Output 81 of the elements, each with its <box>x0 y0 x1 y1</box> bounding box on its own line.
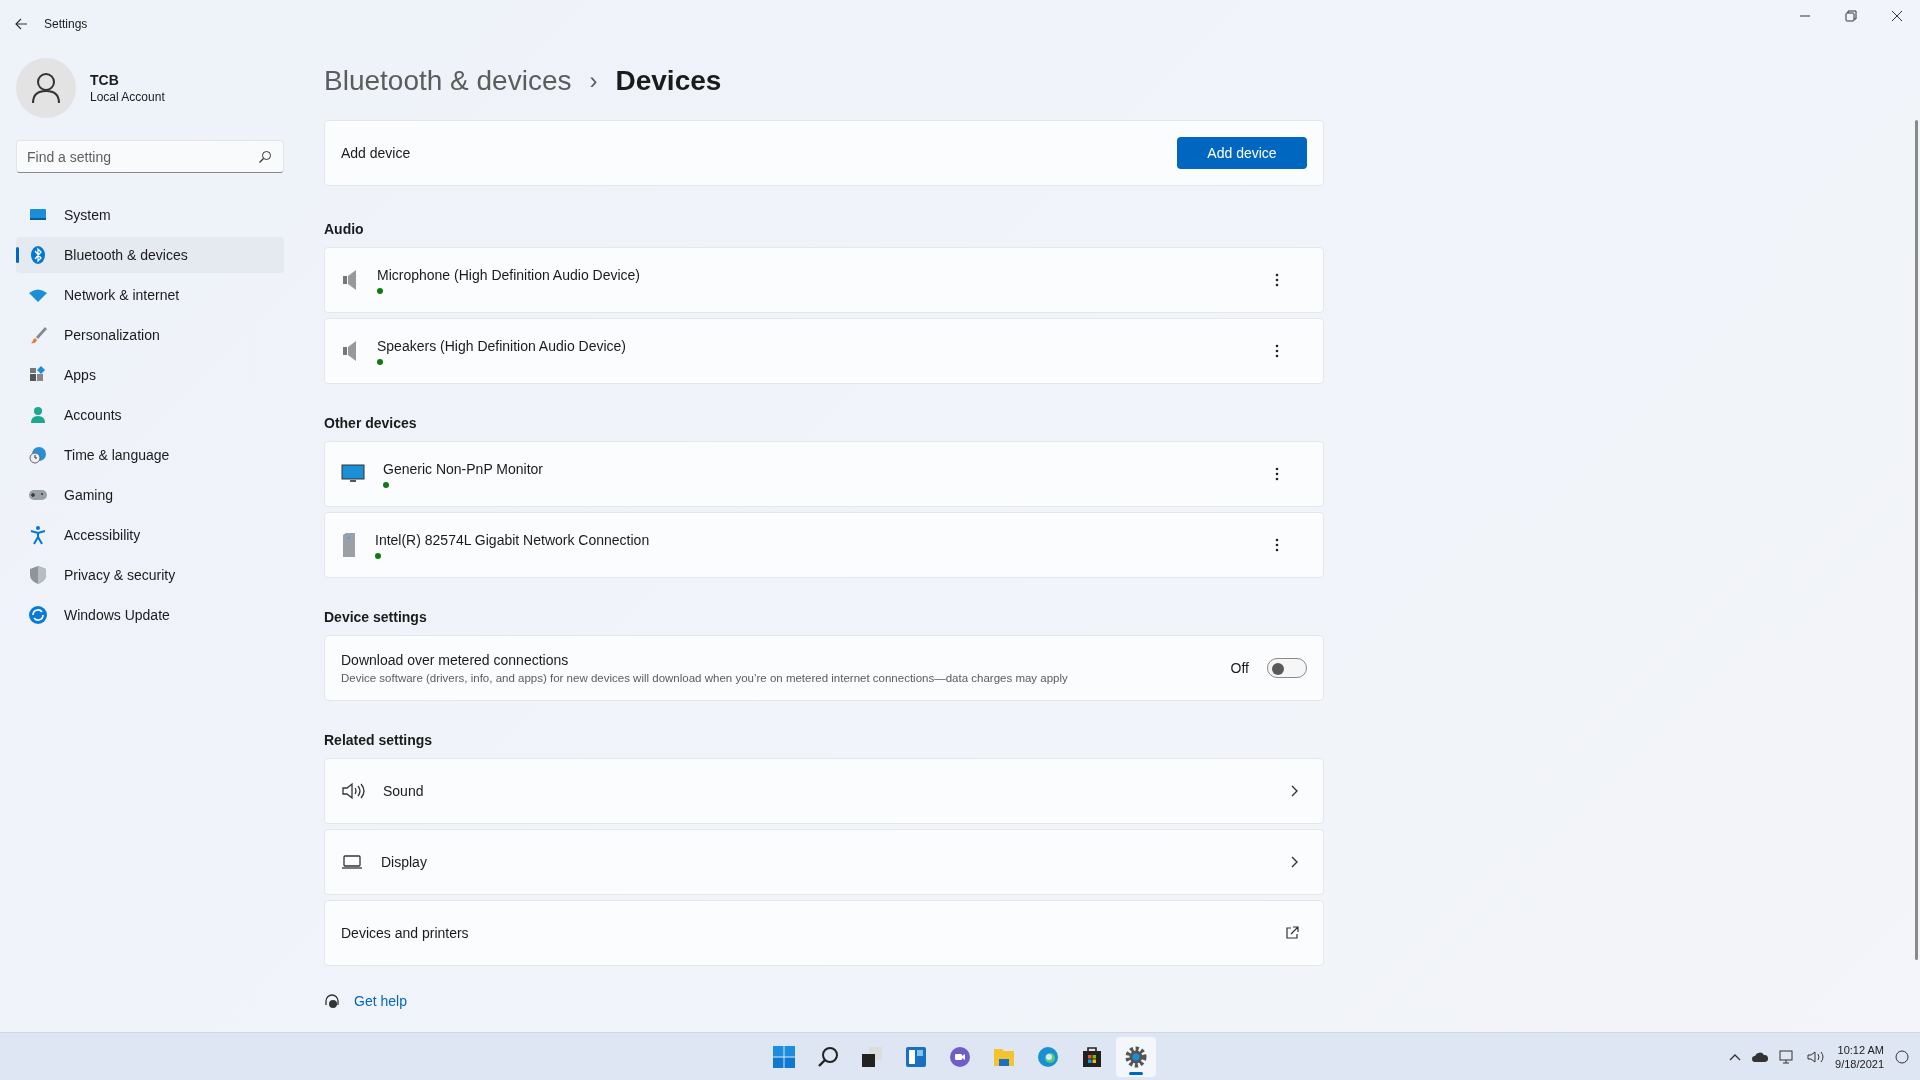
section-heading: Audio <box>324 221 365 237</box>
search-icon <box>816 1044 840 1069</box>
breadcrumb-separator: › <box>589 67 598 95</box>
page-title: Devices <box>615 65 722 97</box>
clock-time: 10:12 AM <box>1837 1042 1884 1057</box>
nav-item[interactable]: Accessibility <box>16 517 284 553</box>
more-icon <box>1275 344 1279 358</box>
section-heading: Related settings <box>324 732 434 748</box>
nav-item[interactable]: Privacy & security <box>16 557 284 593</box>
monitor-icon <box>341 463 365 485</box>
setting-description: Device software (drivers, info, and apps) for new devices will download when you’re on metered internet connections—data charges may apply <box>341 672 1068 684</box>
device-row[interactable]: Speakers (High Definition Audio Device) <box>324 318 1324 384</box>
more-icon <box>1275 467 1279 481</box>
device-row[interactable]: Microphone (High Definition Audio Device) <box>324 247 1324 313</box>
chat-icon <box>948 1044 972 1069</box>
nav-item[interactable]: System <box>16 197 284 233</box>
help-icon <box>324 993 340 1009</box>
computer-tower-icon <box>341 532 357 558</box>
speaker-icon <box>1807 1049 1826 1064</box>
gear-icon <box>1124 1044 1148 1069</box>
nav-item[interactable]: Bluetooth & devices <box>16 237 284 273</box>
taskbar-app[interactable] <box>1116 1036 1156 1077</box>
scrollbar[interactable] <box>1915 120 1918 960</box>
shield-icon <box>28 565 48 585</box>
restore-icon <box>1845 10 1857 22</box>
search-field[interactable]: Find a setting <box>16 140 284 173</box>
account-type: Local Account <box>90 90 165 104</box>
clock-date: 9/18/2021 <box>1835 1056 1884 1071</box>
close-icon <box>1891 10 1903 22</box>
accessibility-icon <box>28 525 48 545</box>
person-icon <box>31 72 61 104</box>
device-row[interactable]: Intel(R) 82574L Gigabit Network Connection <box>324 512 1324 578</box>
browser-icon <box>1036 1044 1060 1069</box>
speaker-icon <box>341 339 359 363</box>
nav-item[interactable]: Apps <box>16 357 284 393</box>
update-icon <box>28 605 48 625</box>
nav-item[interactable]: Windows Update <box>16 597 284 633</box>
store-icon <box>1080 1044 1104 1069</box>
add-device-button[interactable]: Add device <box>1177 137 1307 169</box>
device-row[interactable]: Generic Non-PnP Monitor <box>324 441 1324 507</box>
bluetooth-icon <box>28 245 48 265</box>
device-name: Generic Non-PnP Monitor <box>383 460 544 477</box>
speaker-icon <box>341 781 365 801</box>
laptop-icon <box>341 853 363 871</box>
nav-item[interactable]: Network & internet <box>16 277 284 313</box>
window-title: Settings <box>44 17 88 31</box>
related-setting-row[interactable]: Sound <box>324 758 1324 824</box>
task-view-icon <box>860 1044 884 1069</box>
row-label: Display <box>381 854 427 870</box>
card-label: Add device <box>341 145 411 161</box>
speaker-icon <box>341 268 359 292</box>
nav-item[interactable]: Time & language <box>16 437 284 473</box>
user-name: TCB <box>90 72 120 88</box>
row-label: Sound <box>383 783 424 799</box>
row-label: Devices and printers <box>341 925 469 941</box>
nav-item[interactable]: Gaming <box>16 477 284 513</box>
person-icon <box>28 405 48 425</box>
nav-item[interactable]: Accounts <box>16 397 284 433</box>
setting-title: Download over metered connections <box>341 652 570 668</box>
device-name: Microphone (High Definition Audio Device) <box>377 266 641 283</box>
nav-item[interactable]: Personalization <box>16 317 284 353</box>
globe-clock-icon <box>28 445 48 465</box>
section-heading: Other devices <box>324 415 418 431</box>
toggle-switch[interactable] <box>1267 658 1307 678</box>
device-name: Intel(R) 82574L Gigabit Network Connection <box>375 531 650 548</box>
related-setting-row[interactable]: Devices and printers <box>324 900 1324 966</box>
toggle-state: Off <box>1230 660 1249 676</box>
help-link[interactable]: Get help <box>354 993 407 1009</box>
windows-logo-icon <box>772 1044 796 1069</box>
widgets-icon <box>904 1044 928 1069</box>
breadcrumb-link[interactable]: Bluetooth & devices <box>324 65 572 97</box>
back-icon <box>14 17 28 31</box>
more-icon <box>1275 273 1279 287</box>
chevron-right-icon <box>1289 784 1299 798</box>
external-link-icon <box>1285 926 1299 940</box>
chevron-right-icon <box>1289 855 1299 869</box>
more-icon <box>1275 538 1279 552</box>
section-heading: Device settings <box>324 609 428 625</box>
related-setting-row[interactable]: Display <box>324 829 1324 895</box>
search-icon <box>258 150 272 164</box>
device-name: Speakers (High Definition Audio Device) <box>377 337 626 354</box>
